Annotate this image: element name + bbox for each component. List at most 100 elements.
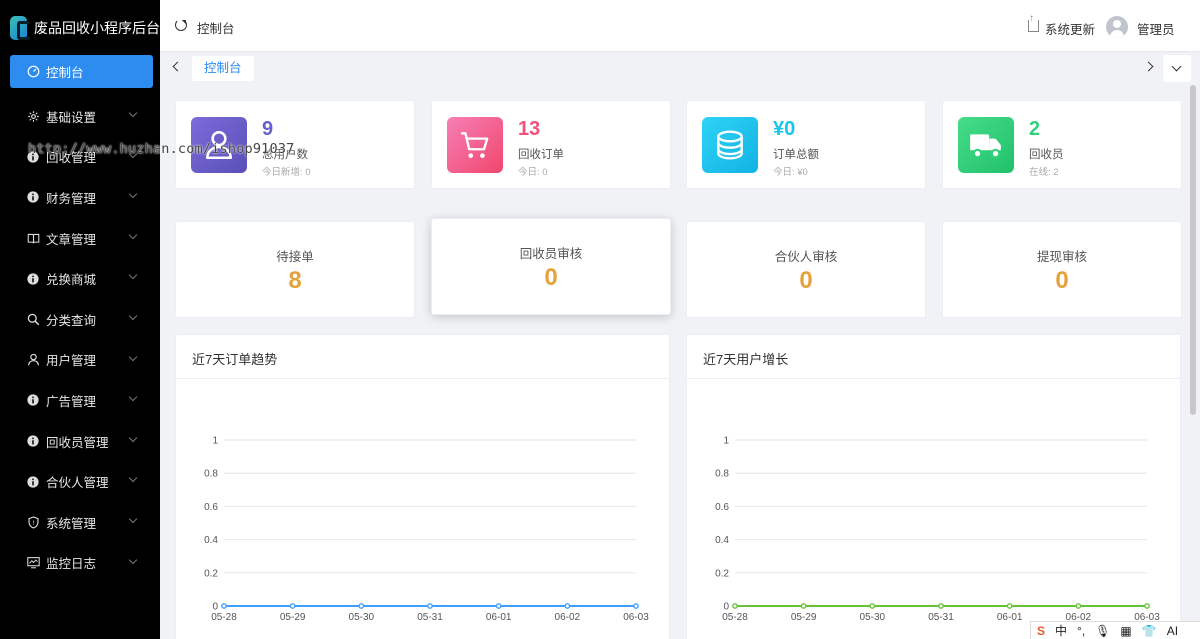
y-tick-label: 0 bbox=[723, 602, 729, 613]
data-point bbox=[1006, 603, 1013, 609]
user-menu[interactable]: 管理员 bbox=[1137, 19, 1175, 38]
stat-label: 订单总额 bbox=[773, 149, 819, 161]
data-point bbox=[869, 603, 876, 609]
y-tick-label: 0.6 bbox=[204, 502, 218, 513]
data-point bbox=[938, 603, 944, 609]
app-title: 废品回收小程序后台 bbox=[34, 19, 160, 36]
system-update-button[interactable]: 系统更新 bbox=[1045, 19, 1095, 38]
ime-item[interactable]: S bbox=[1037, 624, 1045, 638]
x-tick-label: 05-31 bbox=[417, 612, 443, 623]
stat-card: 13 回收订单今日: 0 bbox=[431, 100, 671, 189]
stat-value: 9 bbox=[262, 118, 274, 140]
y-tick-label: 0.6 bbox=[715, 502, 729, 513]
sidebar-item-10[interactable]: 合伙人管理 bbox=[0, 461, 160, 502]
stat-label: 回收订单 bbox=[518, 149, 564, 161]
x-tick-label: 05-31 bbox=[928, 612, 954, 623]
info-icon bbox=[26, 434, 40, 448]
sidebar-item-3[interactable]: 财务管理 bbox=[0, 177, 160, 218]
page-scrollbar[interactable] bbox=[1190, 85, 1196, 415]
coins-icon bbox=[702, 117, 758, 173]
y-tick-label: 0 bbox=[212, 602, 218, 613]
count-value: 8 bbox=[288, 267, 302, 294]
count-label: 提现审核 bbox=[1036, 250, 1087, 264]
search-icon bbox=[26, 312, 40, 326]
y-tick-label: 0.8 bbox=[715, 469, 729, 480]
stat-sub: 在线: 2 bbox=[1029, 167, 1059, 178]
x-tick-label: 06-03 bbox=[623, 612, 649, 623]
ime-item[interactable]: 🎙 bbox=[1095, 624, 1110, 638]
x-tick-label: 05-28 bbox=[722, 612, 748, 623]
sidebar: 废品回收小程序后台 控制台 基础设置 回收管理 财务管理 文章管理 兑换商城 分类查询 用户管… bbox=[0, 0, 160, 639]
data-point bbox=[1075, 603, 1082, 609]
ime-item[interactable]: AI bbox=[1167, 624, 1178, 638]
sidebar-item-4[interactable]: 文章管理 bbox=[0, 218, 160, 259]
order-trend-plot: 0 0.2 0.4 0.6 0.8 1 05-28 05-29 05-30 05-31 06-01 0… bbox=[204, 436, 649, 624]
x-tick-label: 05-30 bbox=[349, 612, 375, 623]
avatar[interactable] bbox=[1106, 16, 1128, 38]
chevron-right-icon[interactable] bbox=[1143, 61, 1154, 72]
stat-sub: 今日: 0 bbox=[518, 167, 548, 178]
book-icon bbox=[26, 231, 40, 245]
stat-card: ¥0 订单总额 今日: ¥0 bbox=[686, 100, 926, 189]
upload-icon[interactable] bbox=[1028, 13, 1039, 32]
truck-icon bbox=[958, 117, 1014, 173]
stat-sub: 今日新增: 0 bbox=[262, 167, 311, 178]
count-label: 回收员审核 bbox=[519, 247, 583, 261]
y-tick-label: 1 bbox=[723, 436, 729, 447]
chevron-left-icon[interactable] bbox=[172, 61, 183, 72]
data-point bbox=[1144, 603, 1150, 609]
tab-dashboard[interactable]: 控制台 bbox=[192, 56, 254, 81]
data-point bbox=[495, 603, 502, 609]
svg-text:!: ! bbox=[32, 519, 35, 527]
top-header: 控制台 系统更新 管理员 bbox=[160, 0, 1200, 52]
ime-item[interactable]: ▦ bbox=[1120, 624, 1131, 638]
data-point bbox=[800, 603, 807, 609]
ime-item[interactable]: 👕 bbox=[1142, 624, 1157, 638]
sidebar-item-9[interactable]: 回收员管理 bbox=[0, 421, 160, 462]
ime-item[interactable]: °, bbox=[1077, 624, 1085, 638]
x-tick-label: 05-29 bbox=[791, 612, 817, 623]
sidebar-item-11[interactable]: ! 系统管理 bbox=[0, 502, 160, 543]
stat-card: 2 回收员 在线: 2 bbox=[942, 100, 1182, 189]
chevron-down-icon bbox=[128, 189, 138, 199]
y-tick-label: 0.8 bbox=[204, 469, 218, 480]
count-card[interactable]: 待接单 8 bbox=[175, 221, 415, 318]
data-point bbox=[221, 603, 227, 609]
dashboard-icon bbox=[26, 65, 40, 79]
refresh-icon[interactable] bbox=[175, 19, 187, 31]
info-icon bbox=[26, 190, 40, 204]
sidebar-item-label: 回收员管理 bbox=[46, 435, 109, 450]
chevron-down-icon bbox=[128, 555, 138, 564]
ime-item[interactable]: 中 bbox=[1055, 622, 1067, 639]
x-tick-label: 06-01 bbox=[486, 612, 512, 623]
count-card[interactable]: 合伙人审核 0 bbox=[686, 221, 926, 318]
y-tick-label: 0.4 bbox=[715, 535, 729, 546]
x-tick-label: 06-02 bbox=[555, 612, 581, 623]
data-point bbox=[358, 603, 365, 609]
count-card[interactable]: 提现审核 0 bbox=[942, 221, 1182, 318]
stat-value: 13 bbox=[518, 118, 541, 140]
sidebar-menu: 控制台 基础设置 回收管理 财务管理 文章管理 兑换商城 分类查询 用户管理 广告管理 回收员管理… bbox=[0, 55, 160, 583]
data-point bbox=[633, 603, 639, 609]
sidebar-item-12[interactable]: 监控日志 bbox=[0, 543, 160, 584]
stat-value: ¥0 bbox=[773, 118, 796, 140]
count-card[interactable]: 回收员审核 0 bbox=[431, 218, 671, 315]
sidebar-item-label: 分类查询 bbox=[46, 313, 97, 328]
stat-label: 回收员 bbox=[1029, 149, 1064, 161]
data-point bbox=[289, 603, 296, 609]
chevron-down-icon bbox=[128, 230, 138, 240]
sidebar-item-8[interactable]: 广告管理 bbox=[0, 380, 160, 421]
chevron-down-icon bbox=[128, 271, 138, 280]
sidebar-item-6[interactable]: 分类查询 bbox=[0, 299, 160, 340]
gear-icon bbox=[26, 109, 40, 123]
sidebar-item-label: 广告管理 bbox=[46, 394, 97, 409]
sidebar-item-7[interactable]: 用户管理 bbox=[0, 340, 160, 381]
sidebar-item-0[interactable]: 控制台 bbox=[10, 55, 153, 88]
tabs-dropdown-button[interactable] bbox=[1163, 55, 1191, 82]
sidebar-item-1[interactable]: 基础设置 bbox=[0, 96, 160, 137]
sidebar-item-5[interactable]: 兑换商城 bbox=[0, 258, 160, 299]
sidebar-item-label: 文章管理 bbox=[46, 232, 97, 247]
brand: 废品回收小程序后台 bbox=[0, 0, 160, 55]
tabs-bar: 控制台 bbox=[160, 52, 1200, 85]
count-value: 0 bbox=[799, 267, 813, 294]
